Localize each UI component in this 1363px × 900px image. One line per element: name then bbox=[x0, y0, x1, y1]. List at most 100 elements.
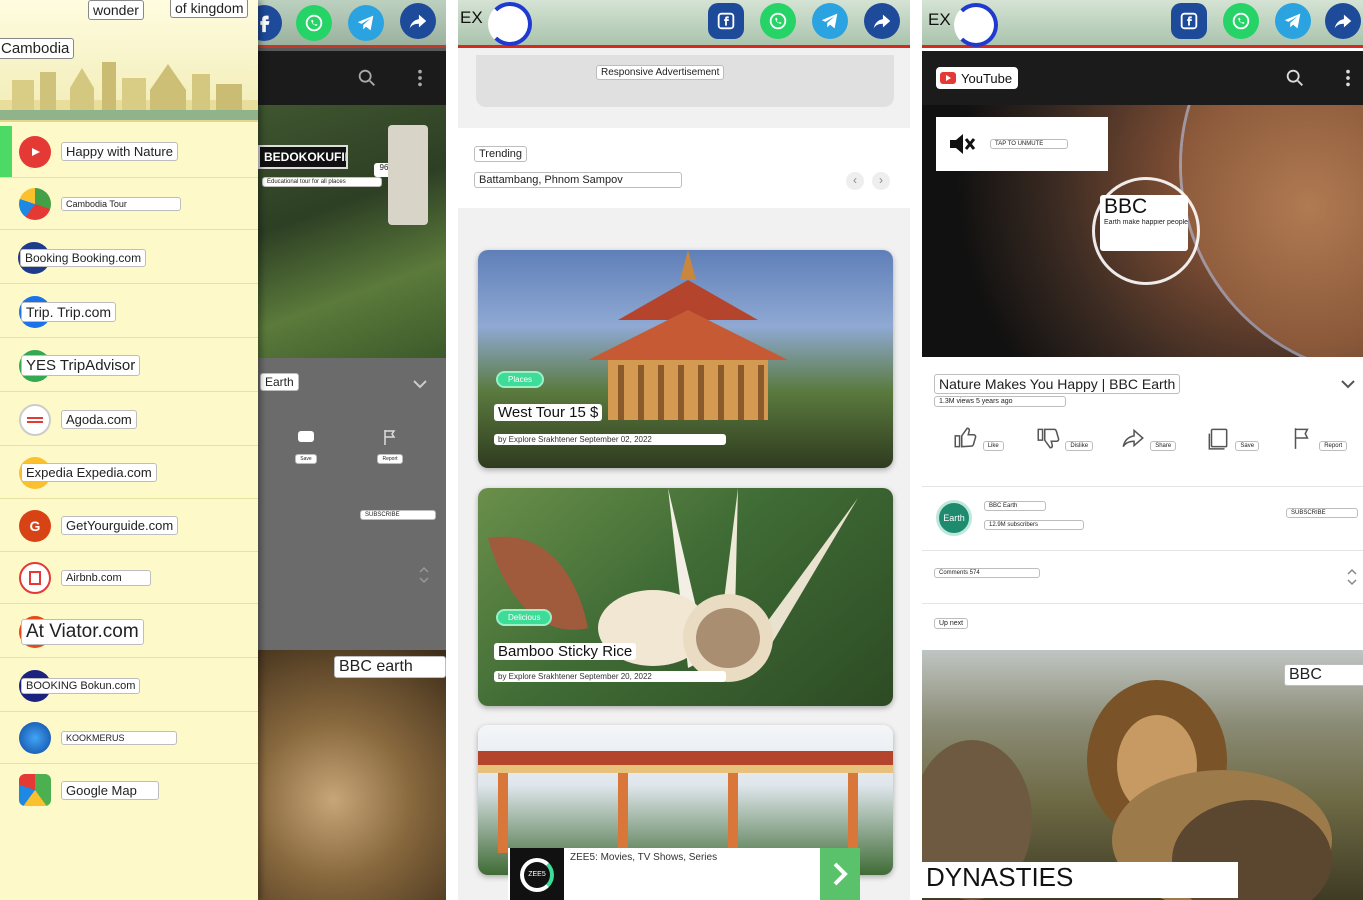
share-icon bbox=[1122, 428, 1144, 448]
search-icon[interactable] bbox=[1284, 67, 1306, 89]
video-info: Earth Save Report SUBSCRIBE bbox=[258, 358, 446, 650]
post-byline: by Explore Srakhtener September 02, 2022 bbox=[494, 434, 726, 445]
share-arrow-icon bbox=[409, 14, 427, 29]
ad-label: Responsive Advertisement bbox=[596, 65, 725, 80]
youtube-logo[interactable]: YouTube bbox=[936, 67, 1019, 89]
channel-avatar[interactable]: Earth bbox=[936, 500, 972, 536]
app-logo-text: EX bbox=[460, 8, 483, 27]
like-button[interactable]: Like bbox=[948, 425, 1008, 456]
post-byline: by Explore Srakhtener September 20, 2022 bbox=[494, 671, 726, 682]
drawer-item-happy-with-nature[interactable]: Happy with Nature bbox=[0, 126, 258, 178]
top-share-bar bbox=[246, 0, 446, 48]
chevron-down-icon[interactable] bbox=[1340, 378, 1356, 390]
next-video-title: DYNASTIES bbox=[922, 862, 1238, 898]
telegram-button[interactable] bbox=[1275, 3, 1311, 39]
drawer-item-label: Happy with Nature bbox=[61, 142, 178, 161]
post-category-tag[interactable]: Places bbox=[496, 371, 545, 388]
like-label: Like bbox=[982, 441, 1004, 451]
telegram-button[interactable] bbox=[812, 3, 848, 39]
whatsapp-button[interactable] bbox=[1223, 3, 1259, 39]
drawer-item-kookmerus[interactable]: KOOKMERUS bbox=[0, 712, 258, 764]
youtube-toolbar bbox=[258, 51, 446, 105]
bbc-logo-box: BBC Earth make happier people bbox=[1100, 195, 1188, 251]
post-card[interactable]: Delicious Bamboo Sticky Rice by Explore … bbox=[478, 488, 893, 706]
drawer-item-viator[interactable]: At Viator.com bbox=[0, 606, 258, 658]
channel-subs: 12.9M subscribers bbox=[984, 520, 1084, 530]
trending-label: Trending bbox=[474, 146, 528, 162]
tap-unmute-label: TAP TO UNMUTE bbox=[990, 139, 1068, 149]
drawer-item-google-map[interactable]: Google Map bbox=[0, 764, 258, 816]
search-icon[interactable] bbox=[356, 67, 378, 89]
chevron-down-icon[interactable] bbox=[412, 378, 428, 390]
whatsapp-button[interactable] bbox=[760, 3, 796, 39]
video-caption: Educational tour for all places bbox=[262, 177, 382, 187]
share-video-button[interactable]: Share bbox=[1118, 425, 1178, 456]
facebook-button[interactable] bbox=[708, 3, 744, 39]
save-action[interactable]: Save bbox=[294, 430, 318, 469]
comments-count[interactable]: Comments 574 bbox=[934, 568, 1040, 578]
drawer-item-trip[interactable]: Trip. Trip.com bbox=[0, 286, 258, 338]
subscribe-button[interactable]: SUBSCRIBE bbox=[1286, 508, 1358, 518]
telegram-icon bbox=[821, 13, 838, 29]
report-action[interactable]: Report bbox=[370, 428, 410, 469]
drawer-item-getyourguide[interactable]: G GetYourguide.com bbox=[0, 500, 258, 552]
share-button[interactable] bbox=[864, 3, 900, 39]
post-title: West Tour 15 $ bbox=[494, 404, 603, 421]
drawer-item-airbnb[interactable]: Airbnb.com bbox=[0, 552, 258, 604]
top-share-bar: EX bbox=[922, 0, 1363, 48]
ad-install-button[interactable] bbox=[820, 848, 860, 900]
drawer-item-cambodia-tour[interactable]: Cambodia Tour bbox=[0, 178, 258, 230]
panel-left-drawer-screen: BEDOKOKUFIRM 96 Educational tour for all… bbox=[0, 0, 446, 900]
responsive-ad-slot: Responsive Advertisement bbox=[476, 55, 894, 107]
divider bbox=[922, 550, 1363, 551]
drawer-header: wonder of kingdom Cambodia bbox=[0, 0, 258, 122]
dislike-button[interactable]: Dislike bbox=[1034, 425, 1094, 456]
video-scene-pillar bbox=[388, 125, 428, 225]
chevron-right-icon bbox=[833, 862, 848, 886]
trending-value[interactable]: Battambang, Phnom Sampov bbox=[474, 172, 682, 188]
post-card[interactable]: Places West Tour 15 $ by Explore Srakhte… bbox=[478, 250, 893, 468]
panel-mid-blog-feed: EX Responsive Advertisement Trending Bat… bbox=[458, 0, 910, 900]
whatsapp-icon bbox=[305, 14, 323, 32]
video-sign: BEDOKOKUFIRM bbox=[258, 145, 348, 169]
tap-to-unmute-button[interactable]: TAP TO UNMUTE bbox=[936, 117, 1108, 171]
youtube-label: YouTube bbox=[961, 70, 1013, 86]
top-share-bar: EX bbox=[458, 0, 910, 48]
bbc-logo-sub: Earth make happier people bbox=[1104, 219, 1188, 226]
share-button[interactable] bbox=[400, 3, 436, 39]
video-title: Earth bbox=[260, 373, 299, 391]
flag-icon bbox=[1294, 428, 1309, 449]
drawer-item-booking[interactable]: Booking Booking.com bbox=[0, 232, 258, 284]
video-player[interactable]: TAP TO UNMUTE BBC Earth make happier peo… bbox=[922, 105, 1363, 357]
drawer-item-label: Cambodia Tour bbox=[61, 196, 181, 211]
trending-next-button[interactable]: › bbox=[872, 172, 890, 190]
share-arrow-icon bbox=[873, 14, 891, 29]
share-button[interactable] bbox=[1325, 3, 1361, 39]
save-video-button[interactable]: Save bbox=[1202, 425, 1262, 456]
expand-icon[interactable] bbox=[418, 566, 430, 584]
facebook-button[interactable] bbox=[1171, 3, 1207, 39]
expand-icon[interactable] bbox=[1346, 568, 1358, 586]
report-button[interactable]: Report bbox=[1288, 425, 1348, 456]
bottom-app-ad[interactable]: ZEE5 ZEE5: Movies, TV Shows, Series bbox=[508, 848, 860, 900]
drawer-item-label: At Viator.com bbox=[21, 618, 144, 645]
drawer-item-bokun[interactable]: BOOKING Bokun.com bbox=[0, 660, 258, 712]
next-video-thumbnail[interactable]: BBC earth bbox=[258, 650, 446, 900]
drawer-item-expedia[interactable]: Expedia Expedia.com bbox=[0, 447, 258, 499]
drawer-item-agoda[interactable]: Agoda.com bbox=[0, 394, 258, 446]
more-vert-icon[interactable] bbox=[414, 67, 426, 89]
telegram-icon bbox=[357, 15, 374, 31]
drawer-item-label: Airbnb.com bbox=[61, 569, 151, 586]
app-logo-ring bbox=[954, 3, 998, 47]
save-label: Save bbox=[295, 454, 317, 464]
video-player[interactable]: BEDOKOKUFIRM 96 Educational tour for all… bbox=[258, 105, 446, 358]
next-video-thumbnail[interactable]: BBC DYNASTIES bbox=[922, 650, 1363, 900]
telegram-button[interactable] bbox=[348, 5, 384, 41]
subscribe-button[interactable]: SUBSCRIBE bbox=[360, 510, 436, 520]
drawer-item-label: Agoda.com bbox=[61, 410, 137, 429]
whatsapp-button[interactable] bbox=[296, 5, 332, 41]
trending-prev-button[interactable]: ‹ bbox=[846, 172, 864, 190]
drawer-item-tripadvisor[interactable]: YES TripAdvisor bbox=[0, 340, 258, 392]
more-vert-icon[interactable] bbox=[1342, 67, 1354, 89]
post-category-tag[interactable]: Delicious bbox=[496, 609, 553, 626]
